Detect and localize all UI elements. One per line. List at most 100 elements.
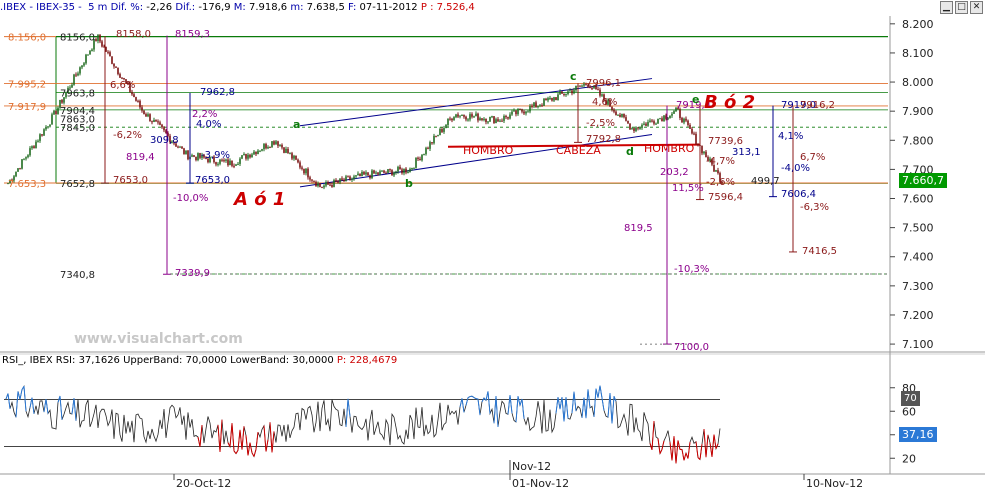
price-candle	[631, 128, 633, 130]
price-candle	[121, 77, 123, 79]
watermark: www.visualchart.com	[74, 331, 243, 347]
price-candle	[471, 114, 473, 117]
price-candle	[229, 160, 231, 166]
price-candle	[437, 135, 439, 137]
price-candle	[237, 163, 239, 165]
measure-label: -4,7%	[706, 156, 735, 167]
price-candle	[505, 116, 507, 118]
price-candle	[123, 78, 125, 80]
rsi-header: RSI_, IBEX RSI: 37,1626 UpperBand: 70,00…	[2, 355, 397, 366]
upper-band-label: UpperBand:	[123, 355, 183, 366]
price-candle	[315, 181, 317, 187]
price-candle	[523, 111, 525, 114]
price-candle	[155, 120, 157, 122]
price-candle	[717, 170, 719, 174]
rsi-overbought-segment	[607, 393, 611, 418]
rsi-overbought-segment	[507, 395, 511, 415]
rsi-overbought-segment	[493, 396, 497, 424]
price-candle	[119, 74, 121, 78]
rsi-overbought-segment	[521, 398, 525, 419]
rsi-overbought-segment	[561, 397, 565, 422]
price-candle	[455, 114, 457, 118]
price-candle	[101, 41, 103, 47]
price-candle	[181, 146, 183, 149]
rsi-oversold-segment	[245, 435, 249, 456]
pattern-label: HOMBRO	[644, 142, 695, 155]
price-candle	[367, 172, 369, 176]
price-candle	[519, 108, 521, 110]
price-candle	[153, 120, 155, 123]
rsi-overbought-segment	[517, 396, 521, 406]
price-candle	[359, 173, 361, 177]
price-candle	[23, 158, 25, 160]
rsi-oversold-segment	[247, 442, 251, 456]
rsi-overbought-segment	[473, 397, 477, 400]
price-candle	[557, 94, 559, 101]
lower-band-label: LowerBand:	[230, 355, 290, 366]
rsi-overbought-segment	[471, 395, 475, 398]
price-candle	[469, 114, 471, 120]
x-tick-label: 01-Nov-12	[512, 477, 569, 490]
rsi-oversold-segment	[217, 424, 221, 452]
price-candle	[559, 91, 561, 95]
wave-a-label: A ó 1	[232, 189, 285, 210]
rsi-overbought-segment	[599, 385, 603, 399]
measure-label: -6,3%	[800, 202, 829, 213]
price-candle	[109, 52, 111, 57]
price-candle	[391, 170, 393, 176]
rsi-overbought-segment	[71, 398, 75, 415]
price-candle	[473, 116, 475, 118]
price-candle	[267, 147, 269, 149]
y-tick-label: 8.200	[902, 18, 934, 31]
price-tag: 7652,8	[60, 179, 95, 190]
price-candle	[545, 98, 547, 101]
price-candle	[387, 169, 389, 173]
price-candle	[423, 154, 425, 156]
price-candle	[485, 118, 487, 123]
rsi-overbought-segment	[15, 391, 19, 418]
pattern-label: HOMBRO	[463, 144, 514, 157]
price-candle	[183, 148, 185, 155]
price-candle	[497, 119, 499, 122]
rsi-value: 37,1626	[78, 355, 120, 366]
price-candle	[571, 90, 573, 94]
price-candle	[339, 178, 341, 183]
price-candle	[581, 85, 583, 87]
price-candle	[255, 151, 257, 155]
rsi-overbought-segment	[611, 396, 615, 424]
price-candle	[233, 165, 235, 167]
rsi-oversold-segment	[253, 449, 257, 457]
measure-label: 7653,0	[113, 175, 148, 186]
price-candle	[397, 166, 399, 172]
rsi-overbought-segment	[509, 395, 513, 414]
price-candle	[313, 180, 315, 182]
price-candle	[657, 118, 659, 124]
price-tag: 7845,0	[60, 123, 95, 134]
price-candle	[149, 114, 151, 122]
rsi-oversold-segment	[237, 429, 241, 451]
price-candle	[561, 91, 563, 94]
price-candle	[43, 129, 45, 136]
price-candle	[503, 116, 505, 121]
price-candle	[513, 110, 515, 112]
price-candle	[271, 141, 273, 148]
rsi-overbought-segment	[345, 398, 349, 428]
price-candle	[293, 155, 295, 159]
price-candle	[647, 121, 649, 126]
rsi-overbought-segment	[17, 391, 21, 400]
price-candle	[529, 105, 531, 112]
price-candle	[163, 127, 165, 131]
price-candle	[297, 159, 299, 163]
price-candle	[279, 144, 281, 146]
price-candle	[245, 154, 247, 159]
price-candle	[27, 155, 29, 158]
price-candle	[47, 126, 49, 128]
price-candle	[41, 134, 43, 136]
rsi-overbought-segment	[565, 397, 569, 419]
wave-label: e	[692, 93, 699, 106]
price-candle	[375, 172, 377, 174]
rsi-overbought-segment	[593, 388, 597, 417]
price-candle	[389, 169, 391, 171]
price-candle	[263, 144, 265, 150]
price-candle	[81, 65, 83, 68]
